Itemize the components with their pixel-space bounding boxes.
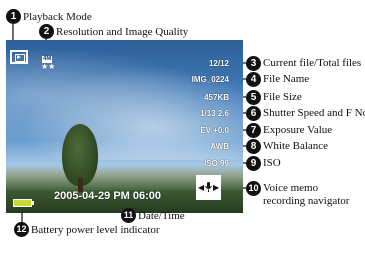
callout-label-10: Voice memo xyxy=(263,182,319,194)
callout-label-1: Playback Mode xyxy=(23,11,92,23)
callout-number-9: 9 xyxy=(246,156,261,171)
play-icon xyxy=(17,55,21,59)
callout-label-4: File Name xyxy=(263,73,310,85)
callout-number-6: 6 xyxy=(246,106,261,121)
callout-label-9: ISO xyxy=(263,157,281,169)
shutter-fno: 1/13 2.6 xyxy=(200,109,229,118)
file-count: 12/12 xyxy=(208,59,229,68)
callout-number-2: 2 xyxy=(39,24,54,39)
callout-label-5: File Size xyxy=(263,91,302,103)
battery-icon xyxy=(13,199,34,207)
callout-number-11: 11 xyxy=(121,208,136,223)
callout-label-7: Exposure Value xyxy=(263,124,333,136)
left-arrow-icon: ◀ xyxy=(198,183,205,192)
file-size: 457KB xyxy=(204,93,229,102)
voice-memo-navigator: ◀ ▶ xyxy=(196,175,221,200)
file-name: IMG_0224 xyxy=(191,75,229,84)
callout-number-12: 12 xyxy=(14,222,29,237)
callout-number-1: 1 xyxy=(6,9,21,24)
callout-number-5: 5 xyxy=(246,90,261,105)
right-arrow-icon: ▶ xyxy=(213,183,220,192)
callout-label-12: Battery power level indicator xyxy=(31,224,160,236)
exposure-value: EV +0.0 xyxy=(200,126,229,135)
iso-value: ISO 99 xyxy=(204,159,229,168)
callout-number-4: 4 xyxy=(246,72,261,87)
tree xyxy=(62,124,98,186)
callout-number-7: 7 xyxy=(246,123,261,138)
lcd-diagram: 4M ★★ 12/12 IMG_0224 457KB 1/13 2.6 EV +… xyxy=(0,0,365,253)
white-balance: AWB xyxy=(210,142,229,151)
callout-number-10: 10 xyxy=(246,181,261,196)
quality-stars: ★★ xyxy=(41,62,56,71)
playback-mode-icon xyxy=(10,50,28,64)
callout-label-10-line2: recording navigator xyxy=(263,195,350,207)
callout-label-2: Resolution and Image Quality xyxy=(56,26,189,38)
callout-label-8: White Balance xyxy=(263,140,329,152)
callout-label-6: Shutter Speed and F No. xyxy=(263,107,365,119)
callout-label-3: Current file/Total files xyxy=(263,57,362,69)
callout-number-3: 3 xyxy=(246,56,261,71)
callout-number-8: 8 xyxy=(246,139,261,154)
microphone-icon xyxy=(205,182,212,192)
callout-label-11: Date/Time xyxy=(138,210,185,222)
date-time: 2005-04-29 PM 06:00 xyxy=(54,190,162,202)
